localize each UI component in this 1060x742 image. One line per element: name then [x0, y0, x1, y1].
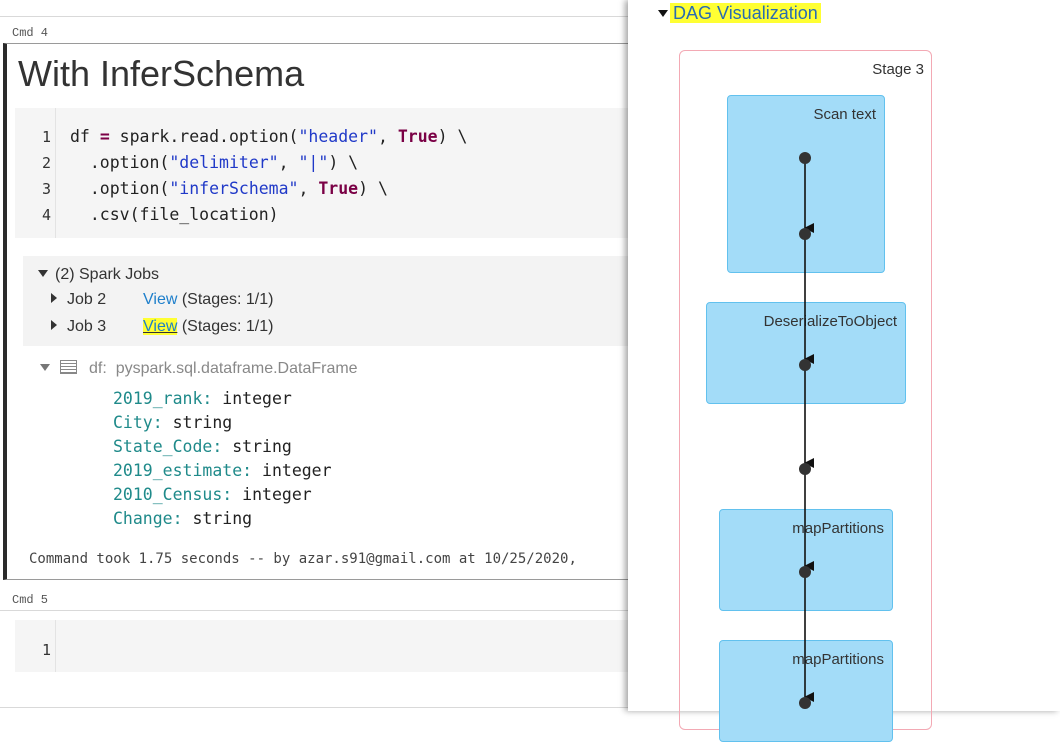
- code-line: .option("inferSchema", True) \: [70, 179, 388, 198]
- job-row[interactable]: Job 3 View (Stages: 1/1): [51, 318, 273, 336]
- code-token: .option(: [70, 153, 170, 172]
- code-token: .option(: [70, 179, 170, 198]
- expand-triangle-icon[interactable]: [51, 320, 57, 330]
- code-token: "header": [298, 127, 378, 146]
- code-token: "delimiter": [169, 153, 279, 172]
- code-editor[interactable]: 1 df = spark.read.option("header", True) …: [15, 108, 635, 238]
- schema-field-name: Change:: [113, 509, 183, 528]
- code-token: True: [318, 179, 359, 198]
- schema-field: 2019_rank: integer: [113, 389, 292, 408]
- job-name: Job 3: [67, 318, 107, 335]
- code-line: .option("delimiter", "|") \: [70, 153, 358, 172]
- cell-divider: [0, 16, 628, 17]
- dag-node[interactable]: [799, 463, 811, 475]
- schema-field-name: 2019_rank:: [113, 389, 213, 408]
- code-token: ,: [278, 153, 299, 172]
- code-token: "|": [298, 153, 329, 172]
- job-name: Job 2: [67, 291, 107, 308]
- cell-title: With InferSchema: [18, 53, 305, 94]
- code-token: ,: [377, 127, 398, 146]
- spark-jobs-header: (2) Spark Jobs: [55, 266, 160, 283]
- job-view-link[interactable]: View: [143, 318, 178, 335]
- job-stages: (Stages: 1/1): [181, 291, 274, 308]
- table-icon: [60, 360, 77, 374]
- dataframe-var: df:: [89, 360, 107, 377]
- schema-field-type: string: [232, 437, 292, 456]
- code-token: ) \: [437, 127, 468, 146]
- dataframe-schema-toggle[interactable]: df: pyspark.sql.dataframe.DataFrame: [40, 360, 358, 378]
- code-line: df = spark.read.option("header", True) \: [70, 127, 467, 146]
- code-token: ) \: [358, 179, 388, 198]
- collapse-triangle-icon: [40, 364, 50, 371]
- schema-field-type: string: [192, 509, 253, 528]
- code-token: True: [397, 127, 438, 146]
- schema-field-name: 2010_Census:: [113, 485, 233, 504]
- job-view-link[interactable]: View: [143, 291, 177, 308]
- code-token: .csv(file_location): [70, 205, 279, 224]
- schema-field: 2019_estimate: integer: [113, 461, 332, 480]
- dag-node[interactable]: [799, 566, 811, 578]
- job-stages: (Stages: 1/1): [181, 318, 274, 335]
- command-took-status: Command took 1.75 seconds -- by azar.s91…: [29, 551, 577, 567]
- spark-jobs-toggle[interactable]: (2) Spark Jobs: [38, 266, 159, 284]
- dag-visualization-panel: DAG Visualization Stage 3 Scan text Dese…: [628, 0, 1060, 742]
- schema-field-type: integer: [242, 485, 312, 504]
- dag-edges: [799, 152, 814, 709]
- schema-field-type: integer: [262, 461, 332, 480]
- dag-node[interactable]: [799, 152, 811, 164]
- dataframe-type: pyspark.sql.dataframe.DataFrame: [115, 360, 358, 377]
- schema-field: City: string: [113, 413, 232, 432]
- line-number: 1: [41, 641, 51, 659]
- dag-node[interactable]: [799, 359, 811, 371]
- expand-triangle-icon[interactable]: [51, 293, 57, 303]
- line-number: 3: [41, 180, 51, 198]
- code-token: df: [70, 127, 100, 146]
- cmd-label: Cmd 4: [12, 26, 49, 40]
- schema-field: 2010_Census: integer: [113, 485, 312, 504]
- code-token: ,: [298, 179, 319, 198]
- collapse-triangle-icon: [38, 270, 48, 277]
- line-number: 1: [41, 128, 51, 146]
- schema-field: Change: string: [113, 509, 252, 528]
- code-token: =: [99, 127, 110, 146]
- code-token: ) \: [328, 153, 359, 172]
- schema-field-type: integer: [222, 389, 292, 408]
- dag-node[interactable]: [799, 697, 811, 709]
- schema-field-name: City:: [113, 413, 163, 432]
- code-token: "inferSchema": [169, 179, 299, 198]
- dag-node[interactable]: [799, 228, 811, 240]
- code-line: .csv(file_location): [70, 205, 279, 224]
- code-editor-empty[interactable]: 1: [15, 620, 635, 672]
- job-row[interactable]: Job 2 View (Stages: 1/1): [51, 291, 273, 309]
- line-number: 4: [41, 206, 51, 224]
- schema-field-name: 2019_estimate:: [113, 461, 253, 480]
- code-token: spark.read.option(: [109, 127, 299, 146]
- schema-field-type: string: [172, 413, 233, 432]
- schema-field-name: State_Code:: [113, 437, 223, 456]
- schema-field: State_Code: string: [113, 437, 292, 456]
- line-number: 2: [41, 154, 51, 172]
- cmd-label: Cmd 5: [12, 593, 49, 607]
